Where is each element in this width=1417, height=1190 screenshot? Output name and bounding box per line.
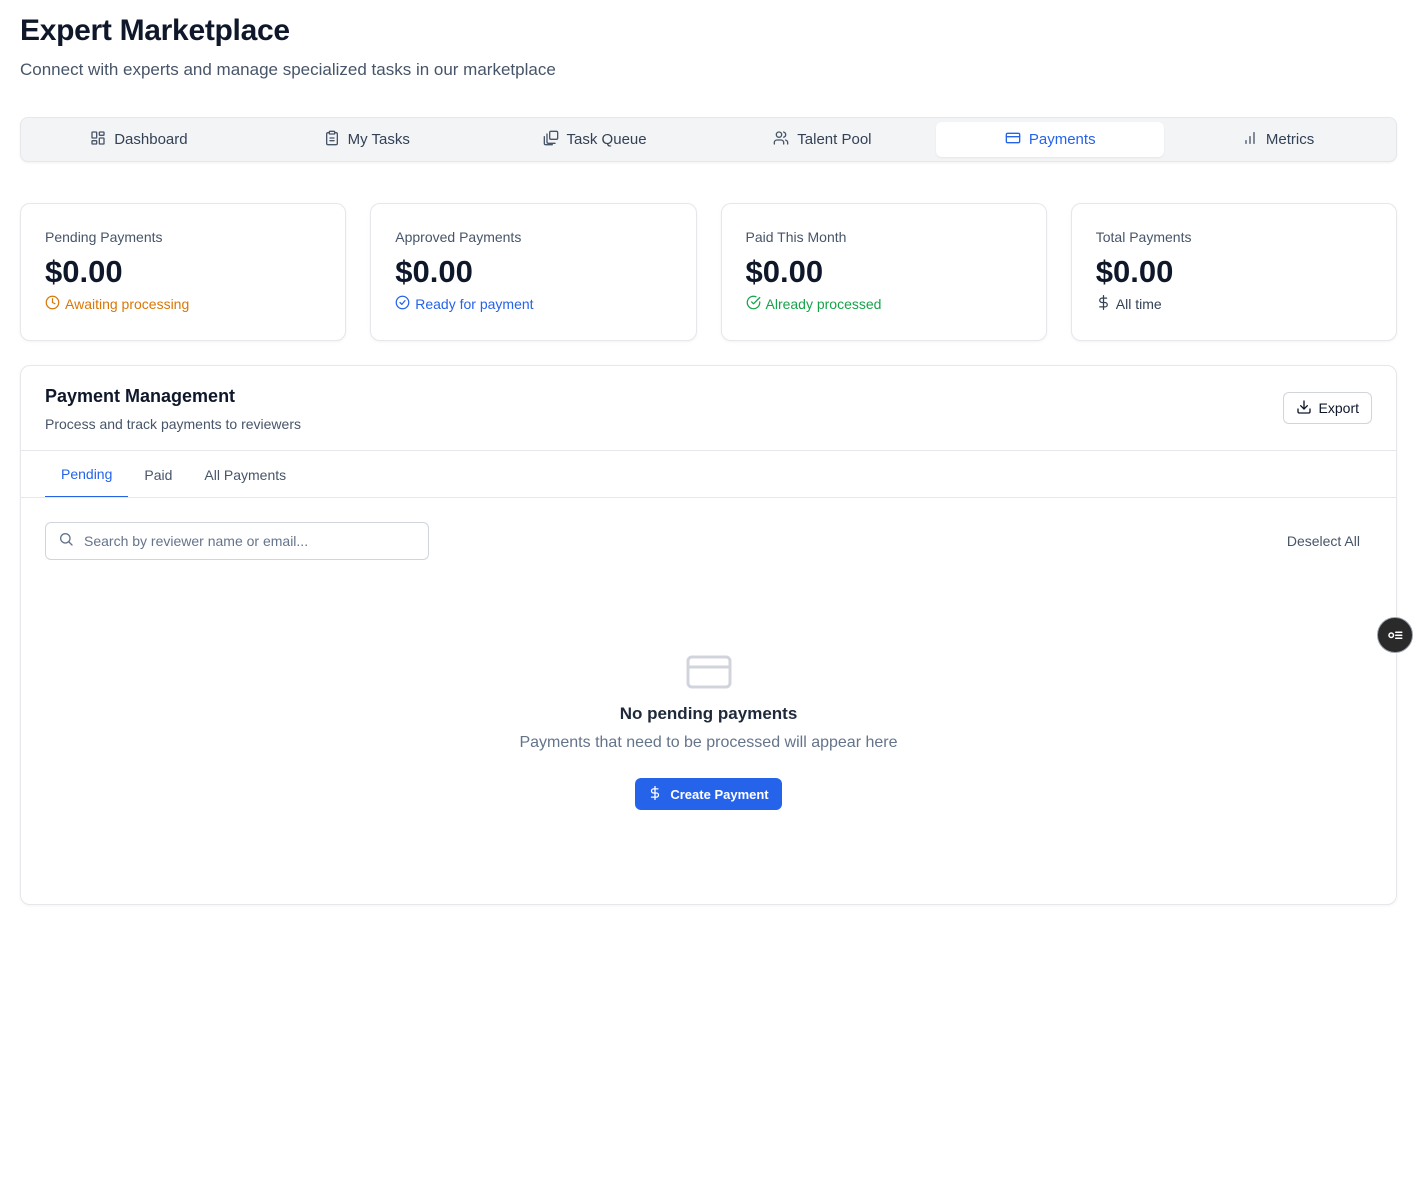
empty-state-description: Payments that need to be processed will …	[519, 734, 898, 751]
stat-label: Total Payments	[1095, 229, 1192, 245]
bar-chart-icon	[1242, 130, 1258, 150]
empty-state: No pending payments Payments that need t…	[21, 654, 1396, 810]
check-circle-icon	[395, 295, 410, 313]
stat-note-text: Ready for payment	[415, 296, 534, 313]
stats-row: Pending Payments $0.00 Awaiting processi…	[20, 203, 1397, 341]
tab-task-queue[interactable]: Task Queue	[481, 122, 709, 157]
panel-title: Payment Management	[45, 386, 236, 406]
stat-note-text: All time	[1115, 296, 1162, 313]
stat-note: Awaiting processing	[45, 295, 321, 313]
stat-note: Ready for payment	[395, 295, 671, 313]
credit-card-icon	[686, 654, 732, 690]
stat-label: Approved Payments	[395, 229, 522, 245]
download-icon	[1296, 399, 1312, 418]
export-label: Export	[1318, 400, 1359, 416]
tab-dashboard[interactable]: Dashboard	[25, 122, 253, 157]
payment-status-tabs: Pending Paid All Payments	[45, 451, 302, 498]
tab-label: Payments	[1028, 131, 1096, 148]
dollar-icon	[648, 785, 662, 803]
dashboard-icon	[90, 130, 106, 150]
stat-card-pending: Pending Payments $0.00 Awaiting processi…	[20, 203, 347, 341]
stat-card-total: Total Payments $0.00 All time	[1070, 203, 1397, 341]
page-title: Expert Marketplace	[20, 14, 290, 47]
stat-label: Pending Payments	[45, 229, 163, 245]
tab-label: My Tasks	[347, 131, 410, 148]
check-circle-icon	[746, 295, 761, 313]
credit-card-icon	[1005, 130, 1021, 150]
copy-stack-icon	[543, 130, 559, 150]
stat-value: $0.00	[745, 254, 824, 289]
stat-card-paid-this-month: Paid This Month $0.00 Already processed	[720, 203, 1047, 341]
tab-label: Dashboard	[114, 131, 188, 148]
stat-note-text: Awaiting processing	[65, 296, 190, 313]
tab-label: Task Queue	[566, 131, 647, 148]
tab-all-payments[interactable]: All Payments	[188, 451, 302, 498]
tab-metrics[interactable]: Metrics	[1164, 122, 1392, 157]
tab-pending[interactable]: Pending	[45, 451, 129, 498]
create-payment-label: Create Payment	[670, 786, 769, 802]
search-field	[45, 522, 429, 560]
tab-label: Talent Pool	[797, 131, 872, 148]
settings-list-icon	[1386, 624, 1404, 647]
tab-my-tasks[interactable]: My Tasks	[253, 122, 481, 157]
stat-note: All time	[1096, 295, 1372, 313]
export-button[interactable]: Export	[1282, 392, 1372, 424]
clock-icon	[45, 295, 60, 313]
stat-note: Already processed	[746, 295, 1022, 313]
dollar-icon	[1096, 295, 1111, 313]
deselect-all-button[interactable]: Deselect All	[1287, 533, 1360, 549]
users-icon	[773, 130, 789, 150]
main-tab-bar: Dashboard My Tasks Task Queue Talent Poo…	[20, 117, 1397, 162]
page-subtitle: Connect with experts and manage speciali…	[20, 60, 556, 79]
tab-talent-pool[interactable]: Talent Pool	[708, 122, 936, 157]
search-icon	[58, 531, 74, 552]
stat-note-text: Already processed	[765, 296, 882, 313]
clipboard-icon	[324, 130, 340, 150]
search-input[interactable]	[84, 533, 404, 549]
stat-label: Paid This Month	[745, 229, 847, 245]
stat-value: $0.00	[395, 254, 473, 289]
divider	[21, 497, 1396, 498]
stat-card-approved: Approved Payments $0.00 Ready for paymen…	[370, 203, 697, 341]
floating-widget-button[interactable]	[1377, 617, 1413, 653]
tab-payments[interactable]: Payments	[936, 122, 1165, 157]
stat-value: $0.00	[45, 254, 123, 289]
tab-paid[interactable]: Paid	[128, 451, 188, 498]
stat-value: $0.00	[1095, 254, 1174, 289]
create-payment-button[interactable]: Create Payment	[635, 778, 782, 810]
payment-management-panel: Payment Management Process and track pay…	[20, 365, 1397, 905]
tab-label: Metrics	[1265, 131, 1315, 148]
panel-subtitle: Process and track payments to reviewers	[45, 416, 301, 432]
empty-state-title: No pending payments	[619, 704, 798, 723]
